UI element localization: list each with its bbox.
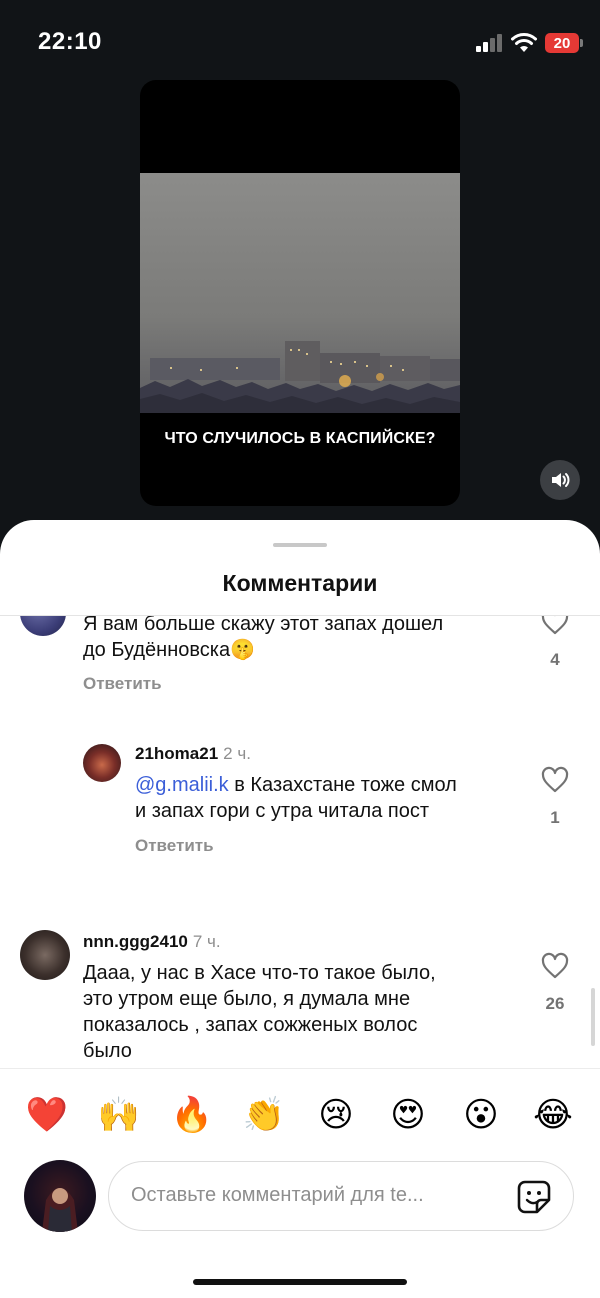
reaction-raised-hands[interactable]: 🙌 [95,1092,143,1138]
comment-input-placeholder: Оставьте комментарий для te... [131,1184,424,1206]
wifi-icon [511,33,537,52]
reaction-surprised[interactable]: 😮 [457,1092,505,1138]
avatar[interactable] [83,744,121,782]
heart-outline-icon[interactable] [540,616,570,636]
comment-reply: 21homa21 2 ч. @g.malii.k в Казахстане тож… [0,738,600,888]
sound-toggle-button[interactable] [540,460,580,500]
status-bar: 22:10 20 [0,0,600,86]
heart-outline-icon[interactable] [540,952,570,980]
reply-button[interactable]: Ответить [83,674,162,694]
quick-reactions-bar: ❤️ 🙌 🔥 👏 😢 😍 😮 😂 [0,1092,600,1140]
comment: Я вам больше скажу этот запах дошел до Б… [0,616,600,736]
comment-input[interactable]: Оставьте комментарий для te... [108,1161,574,1231]
like-count: 26 [545,994,565,1013]
reaction-laughing[interactable]: 😂 [529,1092,577,1138]
battery-icon: 20 [545,33,583,53]
video-caption: ЧТО СЛУЧИЛОСЬ В КАСПИЙСКЕ? [164,430,436,447]
heart-outline-icon[interactable] [540,766,570,794]
comment-time: 2 ч. [223,744,251,763]
avatar[interactable] [20,616,66,636]
reply-button[interactable]: Ответить [135,836,214,856]
reaction-crying[interactable]: 😢 [312,1092,360,1138]
sticker-icon[interactable] [515,1178,553,1216]
status-time: 22:10 [38,28,102,55]
sheet-handle[interactable] [273,543,327,547]
comment-text: Дааа, у нас в Хасе что-то такое было, эт… [83,962,436,1062]
reaction-heart[interactable]: ❤️ [23,1092,71,1138]
divider [0,1068,600,1069]
reaction-heart-eyes[interactable]: 😍 [384,1092,432,1138]
comment-text: Я вам больше скажу этот запах дошел до Б… [83,616,444,661]
reaction-clapping[interactable]: 👏 [240,1092,288,1138]
video-player[interactable]: ЧТО СЛУЧИЛОСЬ В КАСПИЙСКЕ? [140,80,460,506]
like-count: 4 [550,650,560,669]
current-user-avatar [24,1160,96,1232]
comments-sheet: Комментарии Я вам больше скажу этот запа… [0,520,600,1298]
scrollbar[interactable] [591,988,595,1046]
username[interactable]: nnn.ggg2410 7 ч. [83,932,221,952]
mention-link[interactable]: @g.malii.k [135,774,229,796]
comment-time: 7 ч. [192,932,221,951]
avatar[interactable] [20,930,70,980]
sheet-title: Комментарии [222,570,378,596]
like-count: 1 [550,808,560,827]
sound-icon [552,473,570,487]
username[interactable]: 21homa21 2 ч. [135,744,251,764]
comments-list[interactable]: Я вам больше скажу этот запах дошел до Б… [0,616,600,1068]
home-indicator[interactable] [193,1279,407,1285]
video-thumbnail [140,173,460,413]
comment-text: @g.malii.k в Казахстане тоже смол и запа… [135,774,457,822]
reaction-fire[interactable]: 🔥 [168,1092,216,1138]
comment: nnn.ggg2410 7 ч. Дааа, у нас в Хасе что-т… [0,928,600,1068]
signal-icon [476,34,504,52]
